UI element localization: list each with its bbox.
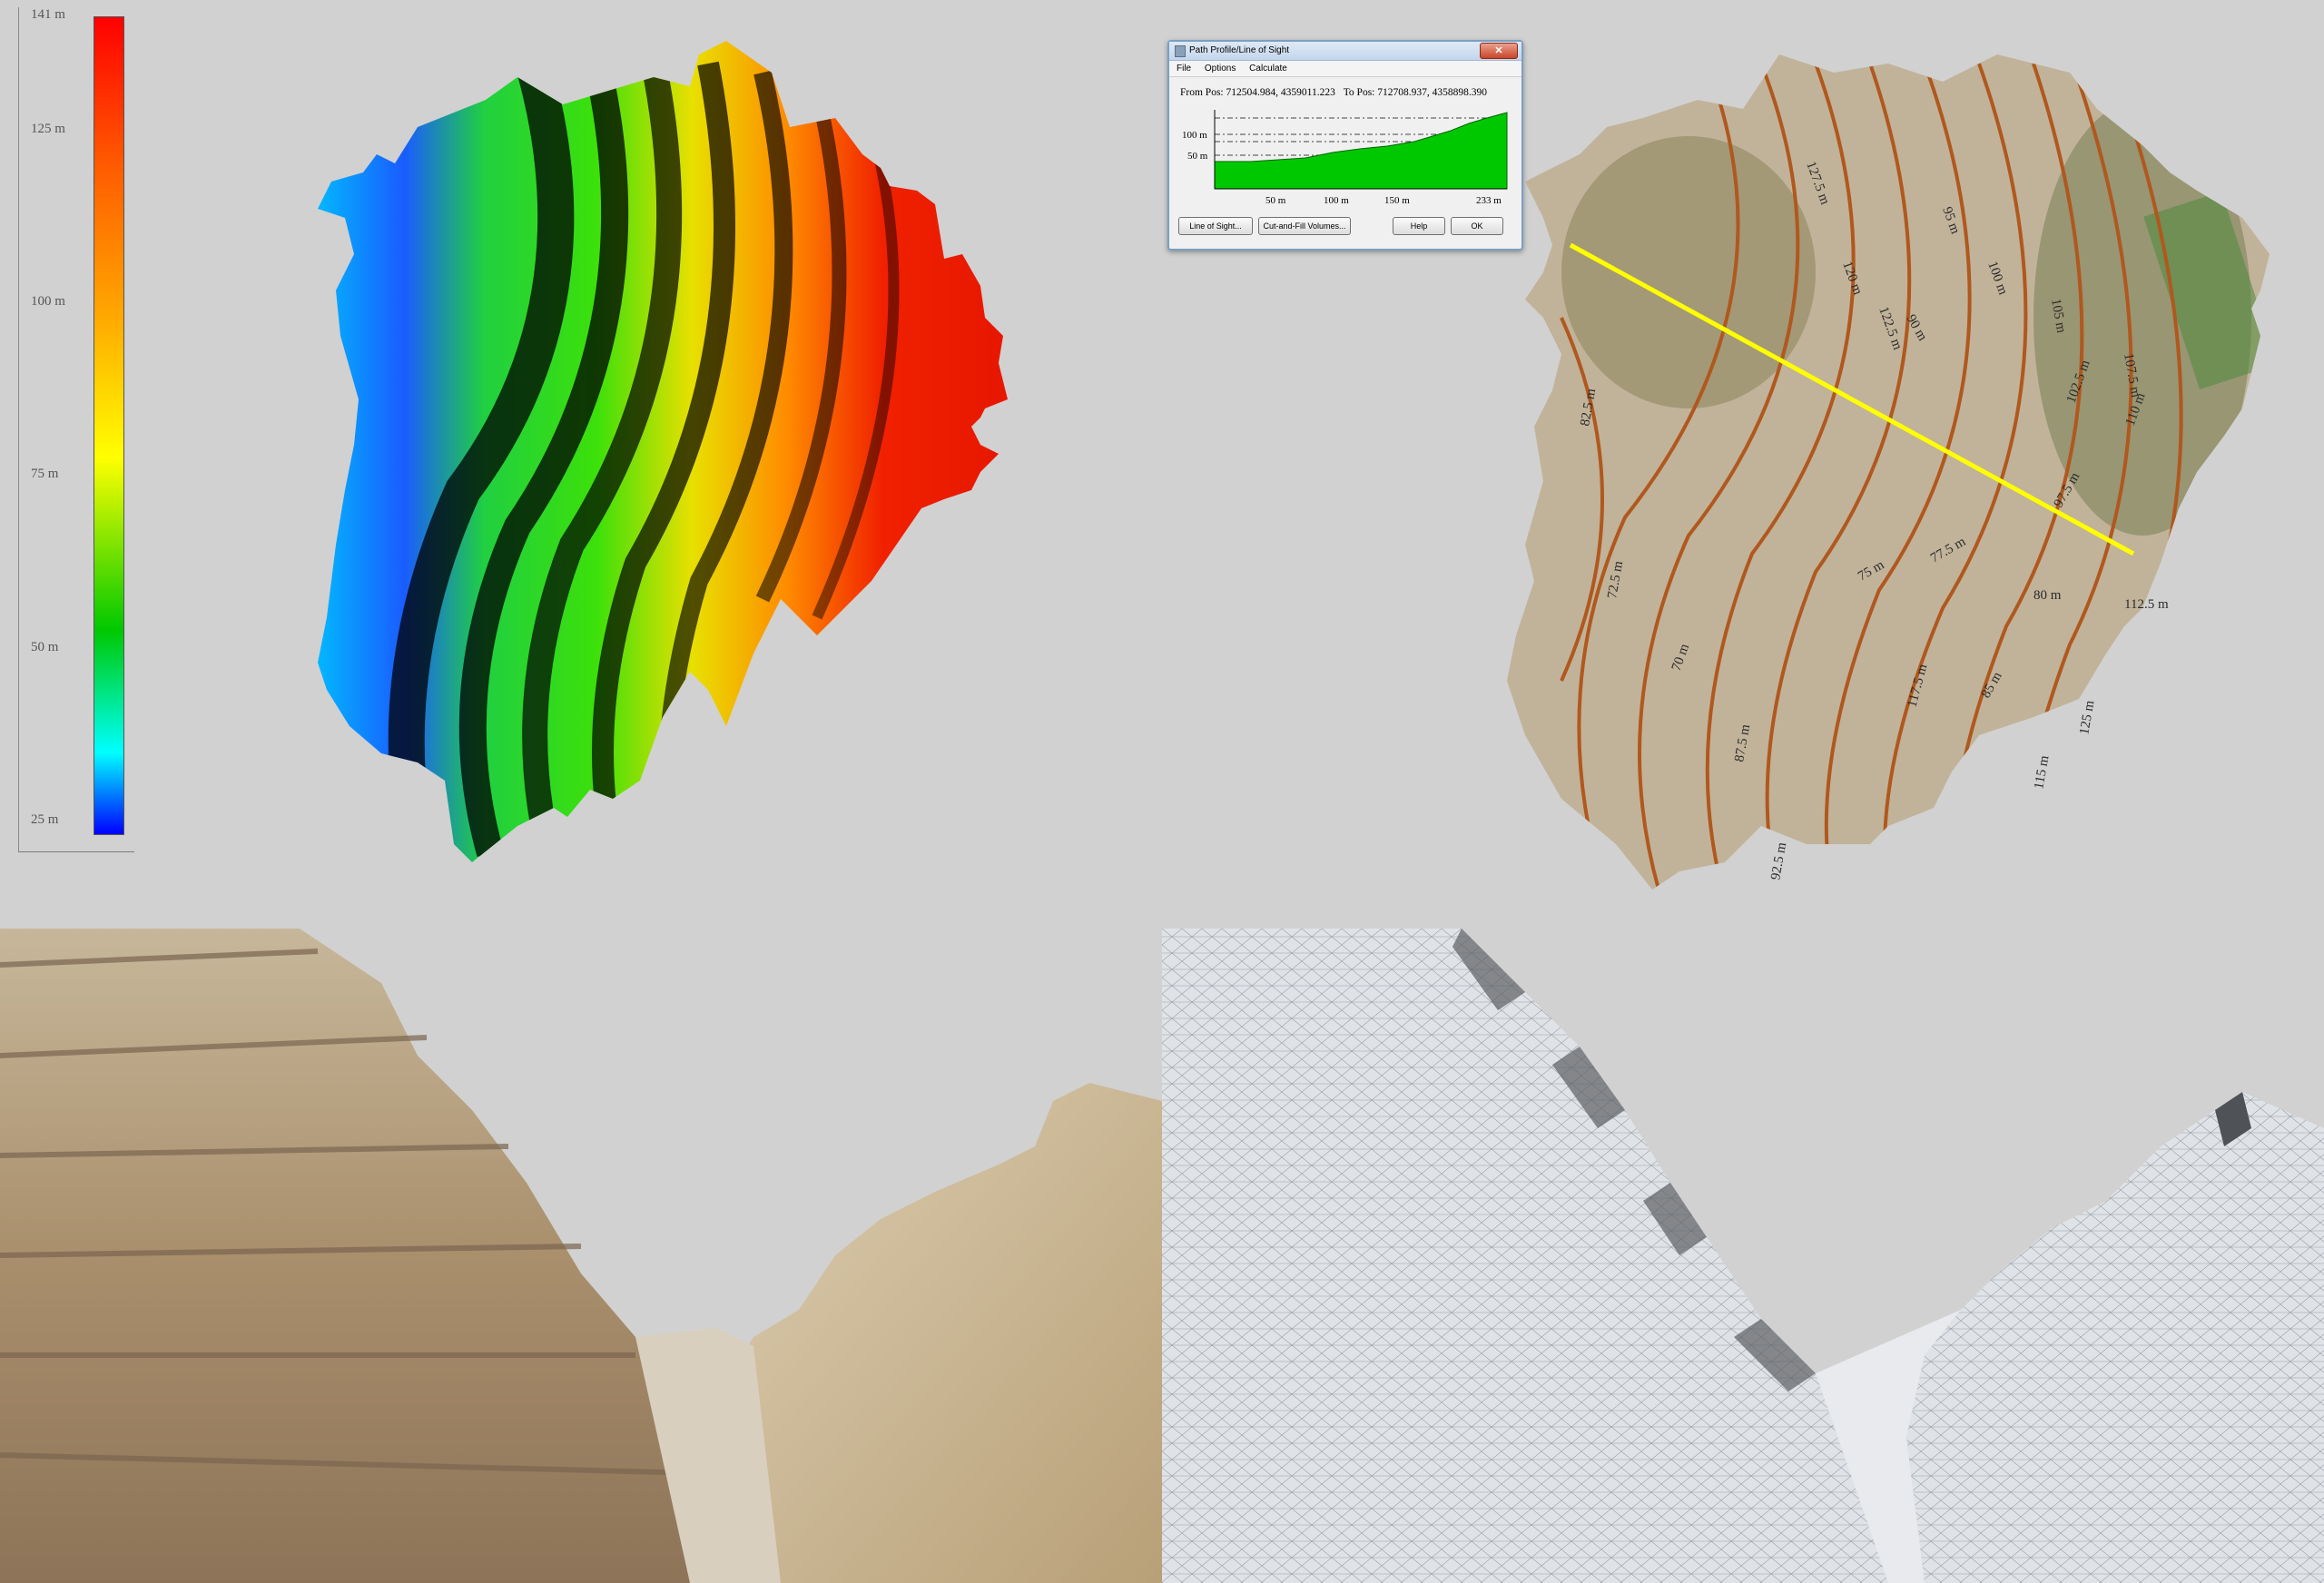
- x-tick-233: 233 m: [1476, 195, 1502, 206]
- x-tick-150: 150 m: [1384, 195, 1410, 206]
- y-tick-50: 50 m: [1187, 151, 1208, 162]
- elevation-legend: 141 m 125 m 100 m 75 m 50 m 25 m: [18, 7, 136, 856]
- legend-tick-50: 50 m: [31, 640, 59, 654]
- legend-tick-100: 100 m: [31, 294, 65, 309]
- profile-area: [1214, 112, 1508, 190]
- ok-button[interactable]: OK: [1451, 217, 1503, 235]
- to-label: To Pos:: [1343, 87, 1375, 98]
- from-value: 712504.984, 4359011.223: [1226, 87, 1335, 98]
- contour-label: 92.5 m: [1768, 841, 1789, 881]
- legend-tick-75: 75 m: [31, 467, 59, 481]
- orthophoto-contour-map[interactable]: 70 m 72.5 m 75 m 77.5 m 80 m 82.5 m 85 m…: [1507, 45, 2306, 890]
- app-icon: [1175, 45, 1186, 57]
- help-button[interactable]: Help: [1393, 217, 1445, 235]
- contour-label: 125 m: [2077, 699, 2097, 735]
- legend-tick-125: 125 m: [31, 122, 65, 136]
- legend-base-line: [18, 851, 134, 852]
- textured-3d-view[interactable]: [0, 929, 1162, 1583]
- elevation-colorbar: [94, 16, 124, 835]
- to-value: 712708.937, 4358898.390: [1377, 87, 1487, 98]
- from-label: From Pos:: [1180, 87, 1224, 98]
- y-tick-100: 100 m: [1182, 130, 1207, 141]
- wireframe-mesh-view[interactable]: [1162, 929, 2324, 1583]
- position-readout: From Pos: 712504.984, 4359011.223 To Pos…: [1180, 87, 1487, 98]
- orthophoto-surface: [1507, 54, 2270, 890]
- dialog-titlebar[interactable]: Path Profile/Line of Sight ✕: [1169, 42, 1521, 61]
- menu-calculate[interactable]: Calculate: [1249, 61, 1287, 76]
- contour-label: 80 m: [2034, 588, 2062, 603]
- dem-surface: [318, 41, 1008, 862]
- x-tick-100: 100 m: [1324, 195, 1349, 206]
- dialog-title: Path Profile/Line of Sight: [1189, 45, 1290, 55]
- contour-label: 112.5 m: [2124, 597, 2169, 612]
- x-tick-50: 50 m: [1265, 195, 1286, 206]
- contour-label: 115 m: [2032, 754, 2052, 791]
- legend-tick-25: 25 m: [31, 812, 59, 827]
- legend-tick-141: 141 m: [31, 7, 65, 22]
- path-profile-dialog[interactable]: Path Profile/Line of Sight ✕ File Option…: [1167, 40, 1523, 251]
- menu-file[interactable]: File: [1177, 61, 1191, 76]
- legend-axis-line: [18, 7, 19, 851]
- cut-fill-volumes-button[interactable]: Cut-and-Fill Volumes...: [1258, 217, 1351, 235]
- menu-options[interactable]: Options: [1205, 61, 1236, 76]
- elevation-profile-plot: 100 m 50 m 50 m 100 m 150 m 233 m: [1182, 110, 1508, 206]
- line-of-sight-button[interactable]: Line of Sight...: [1178, 217, 1253, 235]
- dialog-menubar: File Options Calculate: [1169, 61, 1521, 77]
- elevation-map[interactable]: [309, 36, 1108, 880]
